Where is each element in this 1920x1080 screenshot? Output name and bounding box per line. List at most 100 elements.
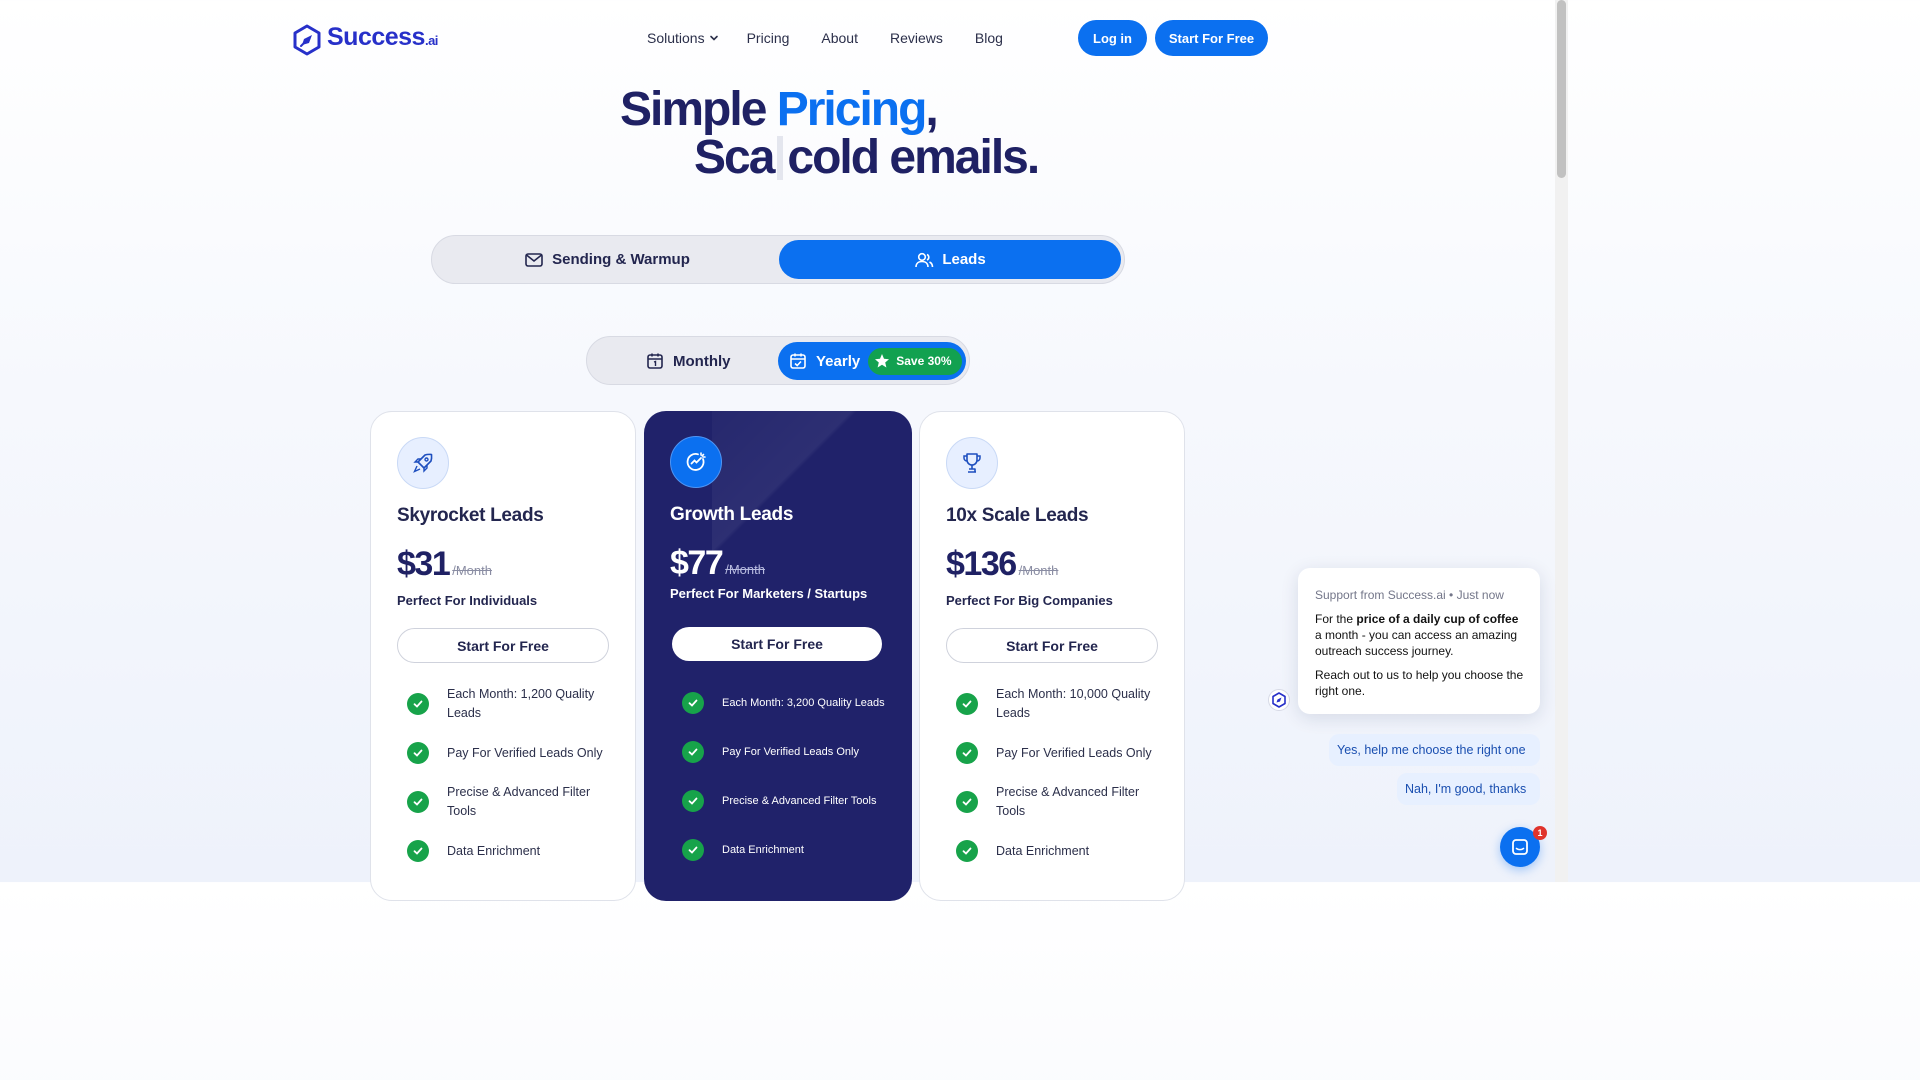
price-period: /Month (452, 563, 492, 578)
feature-item: Data Enrichment (682, 830, 892, 870)
save-badge-label: Save 30% (896, 354, 952, 368)
brand-name: Success (327, 23, 425, 51)
product-toggle: Sending & Warmup Leads (431, 235, 1125, 284)
feature-label: Precise & Advanced Filter Tools (722, 794, 877, 807)
nav-blog[interactable]: Blog (975, 29, 1003, 47)
feature-label: Precise & Advanced Filter Tools (447, 785, 591, 818)
price-period: /Month (725, 562, 765, 577)
plan-start-button[interactable]: Start For Free (946, 628, 1158, 663)
feature-label: Each Month: 1,200 Quality Leads (447, 687, 595, 720)
feature-item: Data Enrichment (956, 831, 1166, 871)
feature-label: Precise & Advanced Filter Tools (996, 785, 1140, 818)
plan-start-button[interactable]: Start For Free (397, 628, 609, 663)
feature-item: Pay For Verified Leads Only (682, 732, 892, 772)
page-scrollbar[interactable] (1555, 0, 1568, 882)
chat-msg1-a: For the (1315, 612, 1357, 626)
chevron-down-icon (709, 35, 718, 41)
feature-item: Each Month: 10,000 Quality Leads (956, 684, 1166, 724)
hero-line1-b: , (925, 83, 938, 136)
feature-label: Pay For Verified Leads Only (447, 745, 603, 760)
billing-toggle: Monthly Yearly Save 30% (586, 336, 970, 385)
tab-leads[interactable]: Leads (779, 240, 1121, 279)
plan-price: $31 /Month (397, 545, 492, 584)
billing-yearly-label: Yearly (816, 352, 861, 370)
scrollbar-thumb[interactable] (1557, 0, 1566, 178)
plan-icon-wrap (946, 437, 998, 489)
feature-list: Each Month: 3,200 Quality Leads Pay For … (682, 683, 892, 879)
nav-about[interactable]: About (821, 29, 858, 47)
billing-monthly[interactable]: Monthly (645, 342, 731, 380)
chat-msg1-b: a month - you can access an amazing outr… (1315, 628, 1518, 658)
chat-quick-reply-yes[interactable]: Yes, help me choose the right one (1329, 734, 1540, 766)
hero-line1-a: Simple (620, 83, 777, 136)
check-icon (956, 693, 978, 715)
check-icon (682, 790, 704, 812)
check-icon (407, 840, 429, 862)
billing-monthly-label: Monthly (673, 352, 731, 370)
plan-name: Growth Leads (670, 504, 794, 525)
tab-leads-label: Leads (942, 251, 986, 268)
check-icon (407, 693, 429, 715)
price-amount: $136 (946, 545, 1017, 583)
check-icon (682, 692, 704, 714)
plan-price: $136 /Month (946, 545, 1058, 584)
brand-suffix: .ai (424, 33, 438, 48)
nav-solutions[interactable]: Solutions (647, 29, 719, 47)
plan-description: Perfect For Big Companies (946, 593, 1113, 608)
plan-icon-wrap (670, 436, 722, 488)
plan-start-button[interactable]: Start For Free (672, 627, 882, 661)
nav-solutions-label: Solutions (647, 30, 705, 46)
feature-label: Each Month: 10,000 Quality Leads (996, 687, 1151, 720)
rocket-icon (413, 453, 433, 473)
billing-yearly[interactable]: Yearly Save 30% (778, 342, 966, 380)
feature-list: Each Month: 10,000 Quality Leads Pay For… (956, 684, 1166, 880)
feature-item: Precise & Advanced Filter Tools (407, 782, 617, 822)
main-nav: Solutions Pricing About Reviews Blog (647, 29, 1003, 47)
hero-line2-a: Sca (694, 131, 775, 184)
tab-sending-warmup-label: Sending & Warmup (552, 251, 690, 268)
check-icon (682, 741, 704, 763)
chat-body: For the price of a daily cup of coffee a… (1315, 611, 1524, 699)
feature-list: Each Month: 1,200 Quality Leads Pay For … (407, 684, 617, 880)
calendar-icon (647, 353, 663, 369)
chat-paragraph-2: Reach out to us to help you choose the r… (1315, 668, 1524, 698)
check-icon (956, 791, 978, 813)
feature-label: Pay For Verified Leads Only (996, 745, 1152, 760)
plan-card-skyrocket: Skyrocket Leads $31 /Month Perfect For I… (370, 411, 636, 901)
check-icon (682, 839, 704, 861)
chat-msg1-bold: price of a daily cup of coffee (1356, 612, 1519, 626)
feature-label: Each Month: 3,200 Quality Leads (722, 696, 885, 709)
hero-title-line1: Simple Pricing, (620, 82, 939, 137)
login-button[interactable]: Log in (1078, 20, 1147, 56)
price-period: /Month (1018, 563, 1059, 578)
logo[interactable]: Success.ai (291, 22, 438, 56)
check-icon (956, 742, 978, 764)
notification-badge: 1 (1533, 826, 1547, 840)
feature-item: Pay For Verified Leads Only (956, 733, 1166, 773)
tab-sending-warmup[interactable]: Sending & Warmup (436, 240, 778, 279)
nav-pricing[interactable]: Pricing (747, 29, 790, 47)
logo-mark-icon (293, 24, 321, 56)
plan-name: Skyrocket Leads (397, 505, 544, 526)
plan-description: Perfect For Individuals (397, 593, 538, 608)
feature-label: Pay For Verified Leads Only (722, 745, 859, 758)
feature-item: Each Month: 3,200 Quality Leads (682, 683, 892, 723)
card-shine-decoration (712, 411, 912, 551)
start-for-free-button[interactable]: Start For Free (1155, 20, 1268, 56)
check-icon (407, 742, 429, 764)
hero-title-line2: Sca cold emails. (694, 130, 1040, 185)
feature-item: Data Enrichment (407, 831, 617, 871)
logo-text: Success.ai (327, 22, 438, 56)
chat-icon (1512, 839, 1528, 855)
trophy-icon (963, 453, 981, 473)
users-icon (915, 252, 934, 267)
logo-mark-icon (1272, 692, 1286, 708)
growth-icon (686, 452, 706, 471)
feature-label: Data Enrichment (996, 843, 1090, 858)
check-icon (956, 840, 978, 862)
mail-icon (525, 252, 543, 267)
chat-quick-reply-no[interactable]: Nah, I'm good, thanks (1397, 773, 1540, 805)
plan-card-10x-scale: 10x Scale Leads $136 /Month Perfect For … (919, 411, 1185, 901)
save-badge: Save 30% (868, 347, 962, 375)
nav-reviews[interactable]: Reviews (890, 29, 943, 47)
